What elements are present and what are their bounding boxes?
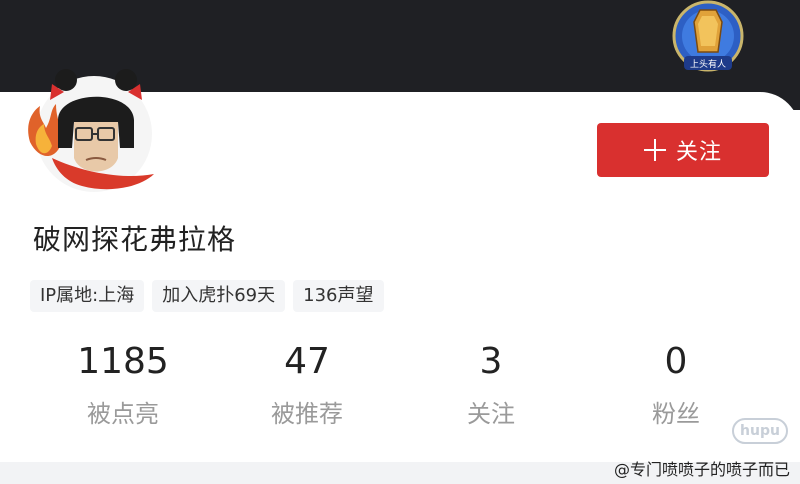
stat-recommends[interactable]: 47 被推荐 xyxy=(217,340,397,429)
profile-tags: IP属地:上海 加入虎扑69天 136声望 xyxy=(30,280,384,312)
stats-row: 1185 被点亮 47 被推荐 3 关注 0 粉丝 xyxy=(30,340,770,440)
stat-fans-value: 0 xyxy=(664,341,688,382)
profile-screen: 上头有人 关注 破网探花弗拉格 IP属地:上海 加入虎扑69天 136声望 11… xyxy=(0,0,800,484)
author-watermark: @专门喷喷子的喷子而已 xyxy=(613,460,790,479)
plus-icon xyxy=(643,139,666,161)
badge-text: 上头有人 xyxy=(690,58,726,70)
stat-recommends-value: 47 xyxy=(284,341,330,382)
stat-lights-label: 被点亮 xyxy=(87,400,159,428)
follow-button[interactable]: 关注 xyxy=(597,123,769,177)
stat-lights-value: 1185 xyxy=(77,341,169,382)
tag-ip-location: IP属地:上海 xyxy=(30,280,145,312)
username: 破网探花弗拉格 xyxy=(33,223,237,256)
stat-following-value: 3 xyxy=(479,341,503,382)
stat-recommends-label: 被推荐 xyxy=(271,400,343,428)
rank-badge-icon[interactable]: 上头有人 xyxy=(670,0,746,82)
tag-reputation: 136声望 xyxy=(293,280,384,312)
stat-fans[interactable]: 0 粉丝 xyxy=(586,340,766,429)
stat-following[interactable]: 3 关注 xyxy=(401,340,581,429)
tag-join-days: 加入虎扑69天 xyxy=(152,280,286,312)
hupu-logo-watermark: hupu xyxy=(732,418,788,444)
follow-button-label: 关注 xyxy=(675,140,722,165)
stat-following-label: 关注 xyxy=(467,400,515,428)
avatar[interactable] xyxy=(22,62,162,202)
stat-lights[interactable]: 1185 被点亮 xyxy=(33,340,213,429)
